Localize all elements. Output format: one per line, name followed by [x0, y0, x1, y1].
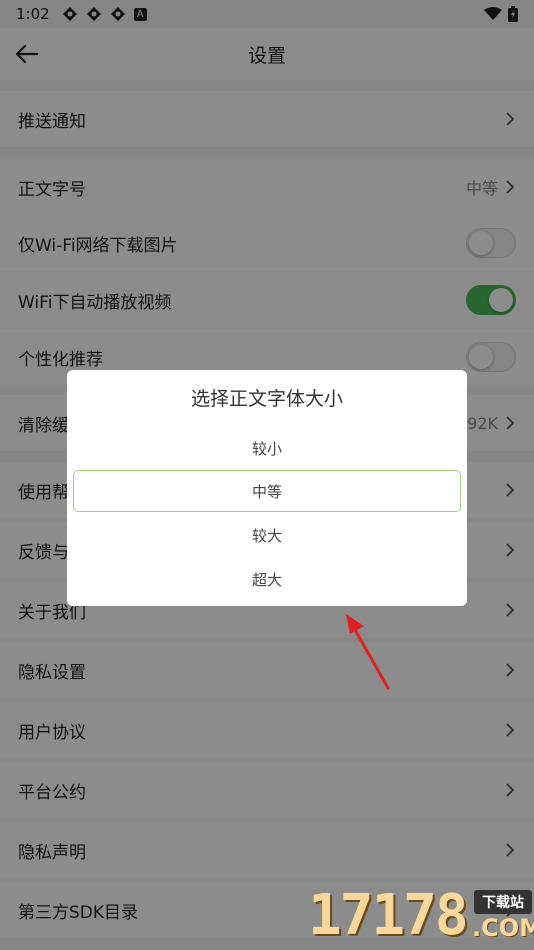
- dialog-title: 选择正文字体大小: [190, 388, 343, 410]
- font-size-option-xlarge[interactable]: 超大: [73, 558, 461, 600]
- annotation-arrow-icon: [346, 614, 390, 690]
- font-size-option-medium[interactable]: 中等: [73, 470, 461, 512]
- font-size-dialog: 选择正文字体大小 较小 中等 较大 超大: [67, 370, 467, 606]
- font-size-option-large[interactable]: 较大: [73, 514, 461, 556]
- font-size-option-small[interactable]: 较小: [73, 427, 461, 469]
- watermark-logo: 17178 下载站 .COM: [308, 883, 534, 948]
